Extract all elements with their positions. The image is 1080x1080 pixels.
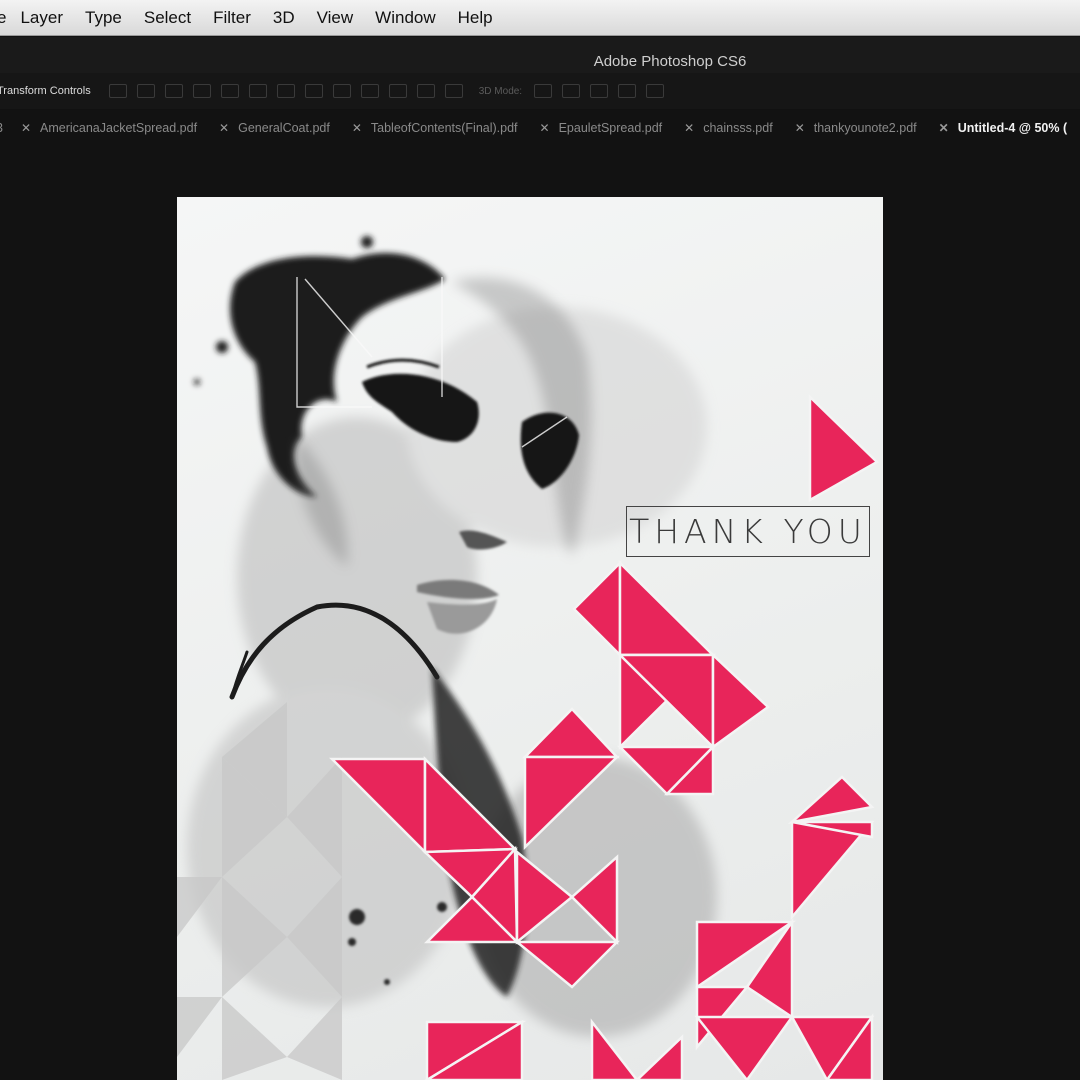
- document-tabs: 3 ✕ AmericanaJacketSpread.pdf ✕ GeneralCoa…: [0, 110, 1080, 146]
- menu-type[interactable]: Type: [85, 8, 122, 28]
- tab-epauletspread[interactable]: ✕ EpauletSpread.pdf: [540, 121, 663, 135]
- tab-label: GeneralCoat.pdf: [238, 121, 330, 135]
- menu-window[interactable]: Window: [375, 8, 435, 28]
- align-tools: [108, 84, 473, 98]
- align-bottom-icon[interactable]: [164, 84, 183, 98]
- menu-3d[interactable]: 3D: [273, 8, 295, 28]
- close-icon[interactable]: ✕: [21, 121, 31, 135]
- tab-untitled-4-active[interactable]: ✕ Untitled-4 @ 50% (: [939, 121, 1071, 135]
- distribute-bottom-icon[interactable]: [332, 84, 351, 98]
- tab-chainsss[interactable]: ✕ chainsss.pdf: [684, 121, 773, 135]
- close-icon[interactable]: ✕: [540, 121, 550, 135]
- 3d-roll-icon[interactable]: [562, 84, 581, 98]
- close-icon[interactable]: ✕: [795, 121, 805, 135]
- artwork: [177, 236, 880, 1080]
- 3d-mode-label: 3D Mode:: [478, 85, 523, 97]
- menu-layer[interactable]: Layer: [20, 8, 63, 28]
- close-icon[interactable]: ✕: [352, 121, 362, 135]
- close-icon[interactable]: ✕: [684, 121, 694, 135]
- tab-label: EpauletSpread.pdf: [558, 121, 663, 135]
- auto-align-icon[interactable]: [444, 84, 463, 98]
- align-right-icon[interactable]: [248, 84, 267, 98]
- app-titlebar: Adobe Photoshop CS6: [0, 37, 1080, 73]
- menu-select[interactable]: Select: [144, 8, 191, 28]
- distribute-right-icon[interactable]: [416, 84, 435, 98]
- options-bar: Transform Controls 3D Mode:: [0, 73, 1080, 109]
- 3d-pan-icon[interactable]: [590, 84, 609, 98]
- thank-you-card-frame: THANK YOU: [626, 506, 870, 557]
- distribute-hcenter-icon[interactable]: [388, 84, 407, 98]
- distribute-vcenter-icon[interactable]: [304, 84, 323, 98]
- tab-label: AmericanaJacketSpread.pdf: [40, 121, 198, 135]
- tab-thankyounote2[interactable]: ✕ thankyounote2.pdf: [795, 121, 917, 135]
- align-hcenter-icon[interactable]: [220, 84, 239, 98]
- align-vcenter-icon[interactable]: [136, 84, 155, 98]
- close-icon[interactable]: ✕: [939, 121, 949, 135]
- tab-partial[interactable]: 3: [0, 121, 3, 135]
- tab-label: 3: [0, 121, 3, 135]
- distribute-top-icon[interactable]: [276, 84, 295, 98]
- align-left-icon[interactable]: [192, 84, 211, 98]
- menu-view[interactable]: View: [317, 8, 354, 28]
- tab-generalcoat[interactable]: ✕ GeneralCoat.pdf: [219, 121, 330, 135]
- 3d-slide-icon[interactable]: [618, 84, 637, 98]
- tab-label: thankyounote2.pdf: [813, 121, 917, 135]
- menu-bar: e Layer Type Select Filter 3D View Windo…: [0, 0, 1080, 36]
- 3d-scale-icon[interactable]: [646, 84, 665, 98]
- distribute-left-icon[interactable]: [360, 84, 379, 98]
- thank-you-text: THANK YOU: [629, 512, 867, 551]
- app-title: Adobe Photoshop CS6: [593, 53, 747, 70]
- close-icon[interactable]: ✕: [219, 121, 229, 135]
- tab-americanajacketspread[interactable]: ✕ AmericanaJacketSpread.pdf: [21, 121, 197, 135]
- show-transform-controls-label[interactable]: Transform Controls: [0, 85, 91, 97]
- tab-label: chainsss.pdf: [703, 121, 773, 135]
- tab-label: Untitled-4 @ 50% (: [957, 121, 1071, 135]
- menu-edit[interactable]: e: [0, 8, 6, 28]
- tab-label: TableofContents(Final).pdf: [370, 121, 518, 135]
- document-canvas[interactable]: THANK YOU: [177, 197, 883, 1080]
- menu-filter[interactable]: Filter: [213, 8, 251, 28]
- 3d-mode-tools: [534, 84, 674, 98]
- menu-help[interactable]: Help: [458, 8, 493, 28]
- align-top-icon[interactable]: [108, 84, 127, 98]
- 3d-rotate-icon[interactable]: [534, 84, 553, 98]
- tab-tableofcontents[interactable]: ✕ TableofContents(Final).pdf: [352, 121, 518, 135]
